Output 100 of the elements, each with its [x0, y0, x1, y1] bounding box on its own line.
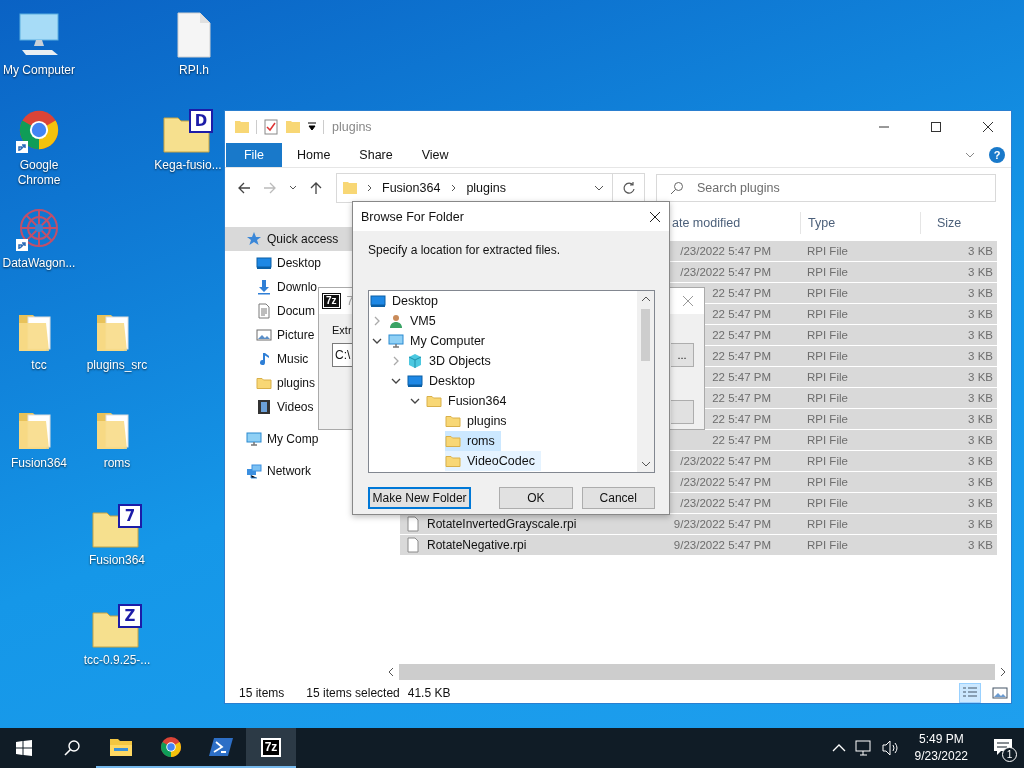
tree-item[interactable]: Desktop [370, 291, 444, 311]
collapse-icon[interactable] [410, 396, 420, 406]
type-cell-text: RPI File [806, 497, 849, 509]
taskbar-button[interactable]: 7z [246, 728, 296, 768]
folder-icon [445, 433, 461, 449]
tree-item[interactable]: Fusion364 [426, 391, 513, 411]
cube-icon [407, 353, 423, 369]
volume-icon[interactable] [881, 740, 900, 756]
tree-item[interactable]: 3D Objects [407, 351, 497, 371]
nav-item[interactable]: Videos [225, 395, 383, 419]
nav-item[interactable]: plugins [225, 371, 383, 395]
type-cell-text: RPI File [806, 518, 849, 530]
date-cell: 22 5:47 PM [712, 434, 771, 446]
app-icon: 7z [323, 294, 340, 308]
dialog-button[interactable]: Make New Folder [368, 487, 472, 509]
monitor-icon [370, 293, 386, 309]
date-cell: /23/2022 5:47 PM [680, 476, 771, 488]
tree-item[interactable]: VideoCodec [445, 451, 541, 471]
archive-icon[interactable]: Z [92, 604, 142, 648]
network-icon[interactable] [854, 740, 873, 756]
refresh-button[interactable] [613, 173, 645, 203]
breadcrumb[interactable]: Fusion364 [382, 181, 441, 195]
desktop-icon-label[interactable]: Fusion364 [10, 456, 67, 471]
size-cell: 3 KB [968, 287, 993, 299]
archive-icon[interactable]: D [163, 109, 213, 153]
close-icon[interactable] [649, 210, 661, 223]
dialog-button[interactable]: OK [499, 487, 573, 509]
tree-item[interactable]: My Computer [388, 331, 492, 351]
folder-icon [109, 736, 133, 758]
tree-item[interactable]: roms [445, 431, 501, 451]
file-icon [405, 537, 421, 553]
desktop-icon-label[interactable]: DataWagon... [2, 256, 76, 271]
type-cell-text: RPI File [806, 476, 849, 488]
scrollbar-thumb[interactable] [399, 664, 995, 680]
archive-badge: 7 [118, 504, 142, 528]
chrome-icon [159, 735, 183, 759]
ribbon-tab[interactable]: View [406, 143, 463, 167]
breadcrumb[interactable]: plugins [466, 181, 506, 195]
type-cell-text: RPI File [806, 287, 849, 299]
size-cell: 3 KB [968, 539, 993, 551]
archive-badge: D [189, 109, 213, 133]
document-icon[interactable] [176, 12, 212, 58]
chevron-down-icon[interactable] [594, 184, 604, 192]
collapse-icon[interactable] [391, 376, 401, 386]
file-row[interactable]: RotateNegative.rpi 9/23/2022 5:47 PM RPI File 3 KB [400, 535, 997, 556]
up-arrow-icon[interactable] [309, 181, 323, 195]
size-cell: 3 KB [968, 476, 993, 488]
desktop-icon-label[interactable]: tcc [31, 358, 47, 373]
date-cell: /23/2022 5:47 PM [680, 455, 771, 467]
scroll-left-icon[interactable] [387, 667, 395, 677]
file-row[interactable]: RotateInvertedGrayscale.rpi 9/23/2022 5:47 PM RPI File 3 KB [400, 514, 997, 535]
checklist-icon[interactable] [263, 119, 279, 135]
column-header[interactable]: Size [920, 212, 962, 234]
clock-time[interactable]: 5:49 PM [918, 731, 964, 748]
desktop-icon-label[interactable]: plugins_src [86, 358, 148, 373]
chevron-right-icon[interactable] [366, 184, 374, 192]
desktop-icon-label[interactable]: Google Chrome [1, 158, 77, 188]
nav-item[interactable]: My Comp [225, 427, 383, 451]
terminal-icon [209, 736, 233, 758]
size-cell: 3 KB [968, 245, 993, 257]
chevron-down-icon[interactable] [289, 185, 297, 191]
type-cell-text: RPI File [806, 371, 849, 383]
scrollbar-thumb[interactable] [641, 309, 650, 361]
file-menu-button[interactable]: File [226, 143, 282, 167]
ribbon-tab[interactable]: Home [282, 143, 345, 167]
scroll-right-icon[interactable] [999, 667, 1007, 677]
desktop-icon-label[interactable]: Kega-fusio... [154, 158, 222, 173]
nav-item[interactable]: Network [225, 459, 383, 483]
column-header[interactable]: Type [800, 212, 920, 234]
size-cell: 3 KB [968, 392, 993, 404]
desktop-icon-label[interactable]: RPI.h [179, 63, 209, 78]
folder-icon [256, 375, 272, 391]
dropdown-icon[interactable] [307, 122, 317, 132]
desktop-icon-label[interactable]: My Computer [3, 63, 75, 78]
size-cell: 3 KB [968, 308, 993, 320]
collapse-icon[interactable] [372, 336, 382, 346]
tree-item[interactable]: VM5 [388, 311, 442, 331]
tree-item[interactable]: Desktop [407, 371, 481, 391]
chevron-down-icon[interactable] [965, 151, 975, 159]
chevron-up-icon[interactable] [831, 743, 846, 753]
size-cell: 3 KB [968, 434, 993, 446]
type-cell-text: RPI File [806, 350, 849, 362]
browse-button[interactable]: ... [671, 343, 694, 367]
field-label: Extr [332, 324, 352, 336]
window-title: plugins [332, 120, 372, 134]
monitor-icon [256, 255, 272, 271]
type-cell-text: RPI File [806, 329, 849, 341]
file-name: RotateInvertedGrayscale.rpi [427, 517, 577, 531]
back-arrow-icon[interactable] [237, 181, 251, 195]
tree-item[interactable]: plugins [445, 411, 513, 431]
scroll-up-icon[interactable] [640, 295, 651, 303]
scroll-down-icon[interactable] [640, 460, 651, 468]
help-button[interactable]: ? [989, 147, 1005, 163]
computer-icon[interactable] [16, 12, 62, 58]
archive-icon[interactable]: 7 [92, 504, 142, 548]
clock-date[interactable]: 9/23/2022 [914, 748, 968, 765]
ribbon-tab[interactable]: Share [344, 143, 407, 167]
folder-icon [445, 453, 461, 469]
dialog-button[interactable]: Cancel [581, 487, 655, 509]
search-field[interactable]: Search plugins [656, 174, 996, 202]
